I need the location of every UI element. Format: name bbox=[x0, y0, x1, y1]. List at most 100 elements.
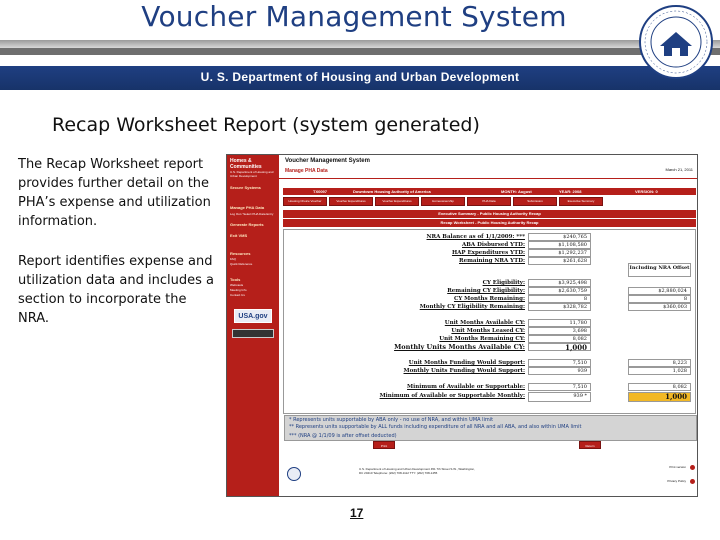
table-row: Minimum of Available or Supportable: 7,5… bbox=[284, 383, 697, 391]
row-value: $1,108,580 bbox=[528, 241, 591, 249]
table-row: Unit Months Leased CY: 3,698 bbox=[284, 327, 697, 335]
row-label: CY Eligibility: bbox=[482, 280, 525, 286]
row-value: $1,292,237 bbox=[528, 249, 591, 257]
footnotes: * Represents units supportable by ABA on… bbox=[284, 415, 697, 441]
table-row: Monthly Units Months Available CY: 1,000 bbox=[284, 343, 697, 352]
row-label: Monthly CY Eligibility Remaining: bbox=[419, 304, 525, 310]
nav-item-resources[interactable]: Resources bbox=[230, 251, 277, 256]
table-row: Minimum of Available or Supportable Mont… bbox=[284, 392, 697, 402]
nav-item-tools[interactable]: Tools bbox=[230, 277, 277, 282]
privacy-policy-link[interactable]: Privacy Policy bbox=[667, 479, 686, 483]
row-value: 3,698 bbox=[528, 327, 591, 335]
footer-seal-icon bbox=[287, 467, 301, 481]
table-row: ABA Disbursed YTD: $1,108,580 bbox=[284, 241, 697, 249]
row-value: 11,780 bbox=[528, 319, 591, 327]
header-stripe-dark bbox=[0, 48, 720, 55]
print-icon[interactable] bbox=[690, 465, 695, 470]
row-value: $3,925,498 bbox=[528, 279, 591, 287]
privacy-icon[interactable] bbox=[690, 479, 695, 484]
recap-worksheet-title: Recap Worksheet - Public Housing Authori… bbox=[283, 219, 696, 227]
table-row: NRA Balance as of 1/1/2009: *** $240,765 bbox=[284, 233, 697, 241]
app-section: Manage PHA Data bbox=[285, 168, 328, 174]
row-nra-value-highlight: 1,000 bbox=[628, 392, 691, 402]
pha-info-bar: TX0097 Downtown Housing Authority of Ame… bbox=[283, 188, 696, 195]
nav-item-manage-pha-data[interactable]: Manage PHA Data bbox=[230, 205, 277, 210]
recap-worksheet: Including NRA Offset NRA Balance as of 1… bbox=[283, 229, 697, 441]
table-row: CY Eligibility: $3,925,498 bbox=[284, 279, 697, 287]
row-label: Unit Months Available CY: bbox=[444, 320, 525, 326]
row-label: Remaining NRA YTD: bbox=[459, 258, 525, 264]
tab-voucher-expenditures-1[interactable]: Voucher Expenditures bbox=[329, 197, 373, 206]
row-value: 7,510 bbox=[528, 359, 591, 367]
header-stripe bbox=[0, 40, 720, 48]
row-label: ABA Disbursed YTD: bbox=[462, 242, 525, 248]
description-paragraph-2: Report identifies expense and utilizatio… bbox=[18, 254, 214, 326]
footnote-1: * Represents units supportable by ABA on… bbox=[289, 417, 494, 423]
tab-executive-summary[interactable]: Executive Summary bbox=[559, 197, 603, 206]
row-value: 939 bbox=[528, 367, 591, 375]
row-value: $240,765 bbox=[528, 233, 591, 241]
row-label: Remaining CY Eligibility: bbox=[447, 288, 525, 294]
table-row: Remaining NRA YTD: $261,628 bbox=[284, 257, 697, 265]
print-button[interactable]: Print bbox=[373, 441, 395, 449]
table-row: CY Months Remaining: 8 8 bbox=[284, 295, 697, 303]
nav-item-exit-vms[interactable]: Exit VMS bbox=[230, 233, 277, 238]
row-nra-value: $360,003 bbox=[628, 303, 691, 311]
secondary-logo[interactable] bbox=[232, 329, 274, 338]
nav-brand-title: Homes & Communities bbox=[230, 158, 262, 170]
row-label: Minimum of Available or Supportable Mont… bbox=[379, 393, 525, 399]
footnote-2: ** Represents units supportable by ALL f… bbox=[289, 424, 582, 430]
department-name: U. S. Department of Housing and Urban De… bbox=[200, 70, 520, 84]
nav-subitem-faq[interactable]: FAQ bbox=[230, 257, 277, 261]
page-number: 17 bbox=[350, 506, 364, 520]
tab-voucher-expenditures-2[interactable]: Voucher Expenditures bbox=[375, 197, 419, 206]
row-value: 8,082 bbox=[528, 335, 591, 343]
row-label: Unit Months Remaining CY: bbox=[439, 336, 525, 342]
footer-address: U.S. Department of Housing and Urban Dev… bbox=[359, 467, 475, 475]
description-paragraph-1: The Recap Worksheet report provides furt… bbox=[18, 157, 211, 229]
row-nra-value: 8,082 bbox=[628, 383, 691, 391]
nav-subitem-contact-us[interactable]: Contact Us bbox=[230, 293, 277, 297]
row-label: Unit Months Funding Would Support: bbox=[408, 360, 525, 366]
row-label: NRA Balance as of 1/1/2009: *** bbox=[426, 234, 525, 240]
usagov-logo[interactable]: USA.gov bbox=[234, 309, 272, 323]
row-nra-value: 8,223 bbox=[628, 359, 691, 367]
nav-item-generate-reports[interactable]: Generate Reports bbox=[230, 222, 277, 227]
tab-pha-data[interactable]: PHA Data bbox=[467, 197, 511, 206]
report-month: MONTH: August bbox=[501, 189, 532, 194]
row-value: 7,510 bbox=[528, 383, 591, 391]
return-button[interactable]: Return bbox=[579, 441, 601, 449]
row-value: $328,782 bbox=[528, 303, 591, 311]
print-version-link[interactable]: Print version bbox=[669, 465, 686, 469]
nav-subitem-webcasts[interactable]: Webcasts bbox=[230, 283, 277, 287]
nav-subitem-quick-reference[interactable]: Quick Reference bbox=[230, 262, 277, 266]
table-row: HAP Expenditures YTD: $1,292,237 bbox=[284, 249, 697, 257]
app-header: Voucher Management System Manage PHA Dat… bbox=[279, 155, 697, 179]
nav-subitem-meeting-info[interactable]: Meeting Info bbox=[230, 288, 277, 292]
nav-subitem-logout[interactable]: Log Out / Select PHA Data Entry bbox=[230, 212, 277, 216]
row-nra-value: 8 bbox=[628, 295, 691, 303]
nav-item-secure-systems[interactable]: Secure Systems bbox=[230, 185, 277, 190]
slide-subtitle: Recap Worksheet Report (system generated… bbox=[52, 114, 480, 136]
including-nra-offset-header: Including NRA Offset bbox=[628, 263, 691, 277]
tab-bar: Housing Choice Voucher Voucher Expenditu… bbox=[283, 197, 696, 207]
row-value: $261,628 bbox=[528, 257, 591, 265]
row-nra-value: 1,028 bbox=[628, 367, 691, 375]
row-value: 1,000 bbox=[528, 343, 591, 352]
row-label: CY Months Remaining: bbox=[453, 296, 525, 302]
row-value: 939 * bbox=[528, 392, 591, 402]
department-bar: U. S. Department of Housing and Urban De… bbox=[0, 66, 720, 90]
row-nra-value: $2,880,024 bbox=[628, 287, 691, 295]
tab-submission[interactable]: Submission bbox=[513, 197, 557, 206]
vms-screenshot: Homes & Communities U.S. Department of H… bbox=[226, 154, 698, 497]
app-date: March 21, 2011 bbox=[665, 167, 694, 172]
page-title-text: Voucher Management System bbox=[141, 0, 567, 33]
tab-homeownership[interactable]: Homeownership bbox=[421, 197, 465, 206]
row-label: Unit Months Leased CY: bbox=[451, 328, 525, 334]
nav-brand: Homes & Communities U.S. Department of H… bbox=[230, 158, 277, 178]
report-version: VERSION: 0 bbox=[635, 189, 658, 194]
action-buttons: Print Return bbox=[283, 441, 696, 451]
row-label: Monthly Units Months Available CY: bbox=[394, 343, 525, 351]
row-value: 8 bbox=[528, 295, 591, 303]
tab-housing-choice-voucher[interactable]: Housing Choice Voucher bbox=[283, 197, 327, 206]
